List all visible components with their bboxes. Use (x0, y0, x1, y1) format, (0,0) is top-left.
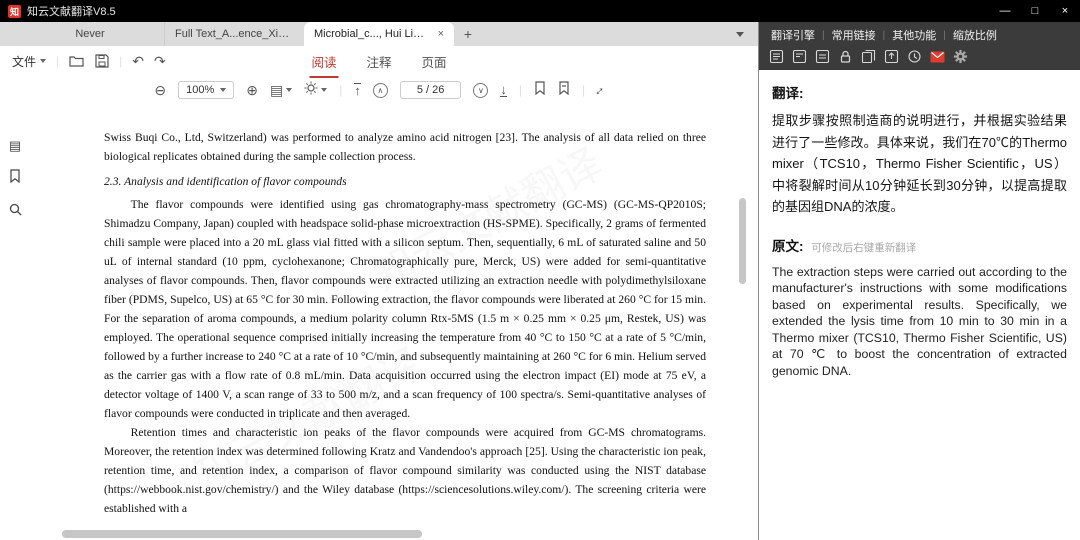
open-folder-icon[interactable] (69, 54, 85, 68)
original-text[interactable]: The extraction steps were carried out ac… (772, 264, 1067, 380)
download-icon[interactable]: ↓ (500, 83, 507, 97)
zoom-out-icon[interactable]: ⊖ (154, 82, 166, 99)
toolbar-separator: | (119, 54, 122, 68)
original-label-text: 原文: (772, 239, 804, 254)
toolbar-separator: | (582, 83, 585, 97)
chevron-down-icon (286, 88, 292, 92)
sidebar-iconstrip: ▤ (0, 126, 30, 528)
save-icon[interactable] (95, 54, 109, 68)
thumbnails-icon[interactable]: ▤ (9, 138, 21, 154)
mail-icon[interactable] (930, 49, 945, 64)
gear-icon[interactable] (953, 49, 968, 64)
tab-microbial-active[interactable]: Microbial_c..., Hui Liao * × (304, 22, 454, 46)
translation-label: 翻译: (772, 82, 1067, 102)
pdf-page-text: Swiss Buqi Co., Ltd, Switzerland) was pe… (104, 128, 706, 518)
toolbar-separator: | (519, 83, 522, 97)
history-icon[interactable] (907, 49, 922, 64)
tab-read[interactable]: 阅读 (309, 52, 338, 71)
chevron-down-icon (321, 88, 327, 92)
tab-list-chevron-icon[interactable] (736, 32, 744, 37)
horizontal-scrollbar-thumb[interactable] (62, 530, 422, 538)
titlebar-left: 知 知云文献翻译V8.5 (0, 3, 990, 19)
brightness-icon (304, 81, 318, 100)
pdf-viewport[interactable]: 知云文献翻译 知云文献翻译 Swiss Buqi Co., Ltd, Switz… (30, 126, 758, 528)
brightness-dropdown[interactable] (304, 81, 327, 100)
page-toolbar: ⊖ 100% ⊕ ▤ | ↑ ∧ 5 / 26 ∨ ↓ | (0, 76, 758, 104)
new-tab-button[interactable]: + (454, 22, 482, 46)
word-mode-icon[interactable] (815, 49, 830, 64)
toolbar-separator: | (339, 83, 342, 97)
content-area: ▤ 知云文献翻译 知云文献翻译 Swiss Buqi Co., Ltd, Swi… (0, 126, 758, 528)
bookmark-add-icon[interactable] (558, 81, 570, 100)
pdf-paragraph: The flavor compounds were identified usi… (104, 195, 706, 423)
tab-label: Microbial_c..., Hui Liao * (314, 28, 430, 40)
tab-page[interactable]: 页面 (420, 52, 449, 71)
app-logo-icon: 知 (8, 5, 21, 18)
bookmark-icon[interactable] (534, 81, 546, 100)
menu-common-links[interactable]: 常用链接 (826, 25, 882, 45)
horizontal-scrollbar[interactable] (0, 530, 758, 538)
window-controls: — □ × (990, 0, 1080, 22)
original-label: 原文: 可修改后右键重新翻译 (772, 235, 1067, 255)
reader-pane: Never Full Text_A...ence_Xinhua Microbia… (0, 22, 758, 540)
maximize-button[interactable]: □ (1020, 0, 1050, 22)
menu-separator: | (822, 30, 825, 41)
app-window: 知 知云文献翻译V8.5 — □ × Never Full Text_A...e… (0, 0, 1080, 540)
tab-label: Full Text_A...ence_Xinhua (175, 28, 294, 40)
bookmarks-panel-icon[interactable] (9, 169, 21, 188)
app-title: 知云文献翻译V8.5 (27, 3, 116, 19)
panel-icon-row (765, 45, 1074, 64)
go-top-icon[interactable]: ↑ (354, 83, 361, 97)
file-menu[interactable]: 文件 (12, 53, 46, 70)
tab-annotate[interactable]: 注释 (364, 52, 393, 71)
tab-never[interactable]: Never (16, 22, 164, 46)
copy-text-icon[interactable] (861, 49, 876, 64)
paragraph-mode-icon[interactable] (769, 49, 784, 64)
menu-other-functions[interactable]: 其他功能 (886, 25, 942, 45)
tab-label: Never (75, 28, 104, 40)
zoom-level-dropdown[interactable]: 100% (178, 81, 234, 99)
prev-page-icon[interactable]: ∧ (373, 83, 388, 98)
redo-icon[interactable]: ↷ (154, 53, 166, 70)
page-layout-dropdown[interactable]: ▤ (270, 82, 292, 99)
menu-zoom-ratio[interactable]: 缩放比例 (947, 25, 1003, 45)
tab-fulltext[interactable]: Full Text_A...ence_Xinhua (164, 22, 304, 46)
main-toolbar: 文件 | | ↶ ↷ 阅读 注释 页面 (0, 46, 758, 76)
menu-translation-engine[interactable]: 翻译引擎 (765, 25, 821, 45)
minimize-button[interactable]: — (990, 0, 1020, 22)
panel-menu: 翻译引擎 | 常用链接 | 其他功能 | 缩放比例 (765, 25, 1074, 45)
titlebar: 知 知云文献翻译V8.5 — □ × (0, 0, 1080, 22)
translation-panel-header: 翻译引擎 | 常用链接 | 其他功能 | 缩放比例 (759, 22, 1080, 70)
undo-icon[interactable]: ↶ (132, 53, 144, 70)
view-mode-tabs: 阅读 注释 页面 (309, 46, 448, 76)
zoom-in-icon[interactable]: ⊕ (246, 82, 258, 99)
file-menu-label: 文件 (12, 53, 36, 70)
menu-separator: | (943, 30, 946, 41)
pdf-paragraph: Swiss Buqi Co., Ltd, Switzerland) was pe… (104, 128, 706, 166)
zoom-level-value: 100% (186, 84, 214, 96)
menu-separator: | (883, 30, 886, 41)
lock-icon[interactable] (838, 49, 853, 64)
chevron-down-icon (220, 88, 226, 92)
toolbar-separator: | (56, 54, 59, 68)
translation-panel: 翻译引擎 | 常用链接 | 其他功能 | 缩放比例 (758, 22, 1080, 540)
vertical-scrollbar-thumb[interactable] (739, 198, 746, 284)
pdf-paragraph: Retention times and characteristic ion p… (104, 423, 706, 518)
original-hint: 可修改后右键重新翻译 (811, 242, 916, 254)
export-icon[interactable] (884, 49, 899, 64)
fullscreen-expand-icon[interactable]: ↕ (593, 82, 608, 97)
pdf-section-heading: 2.3. Analysis and identification of flav… (104, 172, 706, 191)
document-tabbar: Never Full Text_A...ence_Xinhua Microbia… (0, 22, 758, 46)
page-layout-icon: ▤ (270, 82, 283, 99)
translation-text[interactable]: 提取步骤按照制造商的说明进行，并根据实验结果进行了一些修改。具体来说，我们在70… (772, 110, 1067, 218)
search-icon[interactable] (9, 203, 22, 221)
chevron-down-icon (40, 59, 46, 63)
tab-close-icon[interactable]: × (438, 28, 444, 40)
next-page-icon[interactable]: ∨ (473, 83, 488, 98)
translation-panel-body: 翻译: 提取步骤按照制造商的说明进行，并根据实验结果进行了一些修改。具体来说，我… (759, 70, 1080, 540)
close-button[interactable]: × (1050, 0, 1080, 22)
vertical-scrollbar[interactable] (739, 126, 746, 528)
sentence-mode-icon[interactable] (792, 49, 807, 64)
page-indicator[interactable]: 5 / 26 (400, 81, 462, 99)
